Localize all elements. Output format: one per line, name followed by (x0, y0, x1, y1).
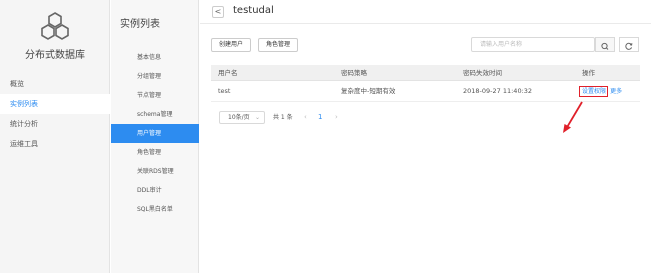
search-button[interactable] (595, 37, 615, 52)
app-root: 分布式数据库 概览 实例列表 统计分析 运维工具 实例列表 基本信息 分组管理 … (0, 0, 651, 273)
create-user-button[interactable]: 创建用户 (211, 38, 251, 52)
refresh-icon (625, 42, 633, 50)
sub-nav: 基本信息 分组管理 节点管理 schema管理 用户管理 角色管理 关联RDS管… (111, 48, 199, 219)
main-content: < testudal 创建用户 角色管理 请输入用户名称 用户名 密码策略 密码… (200, 0, 651, 273)
user-table: 用户名 密码策略 密码失效时间 操作 test 复杂度中-短期有效 2018-0… (211, 65, 640, 102)
table-row: test 复杂度中-短期有效 2018-09-27 11:40:32 设置权限 … (211, 81, 640, 102)
sub-item-group-manage[interactable]: 分组管理 (111, 67, 199, 86)
sub-item-sql-list[interactable]: SQL黑白名单 (111, 200, 199, 219)
page-size-value: 10条/页 (228, 114, 250, 121)
cell-password-policy: 复杂度中-短期有效 (341, 87, 396, 95)
chevron-down-icon: ⌄ (254, 114, 260, 121)
page-title: testudal (233, 5, 274, 16)
page-number-current[interactable]: 1 (318, 111, 322, 124)
search-icon (601, 42, 609, 50)
annotation-arrow (563, 101, 583, 133)
app-name: 分布式数据库 (25, 50, 85, 61)
main-sidebar: 分布式数据库 概览 实例列表 统计分析 运维工具 (0, 0, 110, 273)
highlight-box (579, 86, 608, 97)
search-input[interactable]: 请输入用户名称 (471, 37, 595, 52)
column-header-password-policy: 密码策略 (341, 69, 367, 77)
more-link[interactable]: 更多 (610, 88, 622, 95)
sub-item-rds-manage[interactable]: 关联RDS管理 (111, 162, 199, 181)
refresh-button[interactable] (619, 37, 639, 52)
nav-item-instance-list[interactable]: 实例列表 (0, 94, 110, 114)
next-page-button[interactable]: › (335, 111, 338, 124)
table-header: 用户名 密码策略 密码失效时间 操作 (211, 65, 640, 81)
nav-item-statistics[interactable]: 统计分析 (0, 114, 110, 134)
sub-item-role-manage[interactable]: 角色管理 (111, 143, 199, 162)
sub-item-user-manage[interactable]: 用户管理 (111, 124, 199, 143)
sub-sidebar: 实例列表 基本信息 分组管理 节点管理 schema管理 用户管理 角色管理 关… (111, 0, 199, 273)
sub-sidebar-title: 实例列表 (120, 19, 160, 30)
total-count: 共 1 条 (273, 114, 293, 121)
sub-item-ddl-audit[interactable]: DDL审计 (111, 181, 199, 200)
sub-item-node-manage[interactable]: 节点管理 (111, 86, 199, 105)
page-header: < testudal (200, 0, 651, 24)
column-header-actions: 操作 (582, 69, 595, 77)
back-button[interactable]: < (212, 6, 224, 18)
column-header-username: 用户名 (218, 69, 238, 77)
sub-item-schema-manage[interactable]: schema管理 (111, 105, 199, 124)
column-header-expire-time: 密码失效时间 (463, 69, 502, 77)
nav-item-overview[interactable]: 概览 (0, 74, 110, 94)
main-nav: 概览 实例列表 统计分析 运维工具 (0, 74, 110, 154)
sub-item-basic-info[interactable]: 基本信息 (111, 48, 199, 67)
page-size-select[interactable]: 10条/页 ⌄ (219, 111, 265, 124)
nav-item-ops-tools[interactable]: 运维工具 (0, 134, 110, 154)
role-manage-button[interactable]: 角色管理 (258, 38, 298, 52)
prev-page-button[interactable]: ‹ (304, 111, 307, 124)
app-logo-icon (41, 12, 69, 40)
cell-expire-time: 2018-09-27 11:40:32 (463, 87, 533, 95)
cell-username: test (218, 87, 231, 95)
